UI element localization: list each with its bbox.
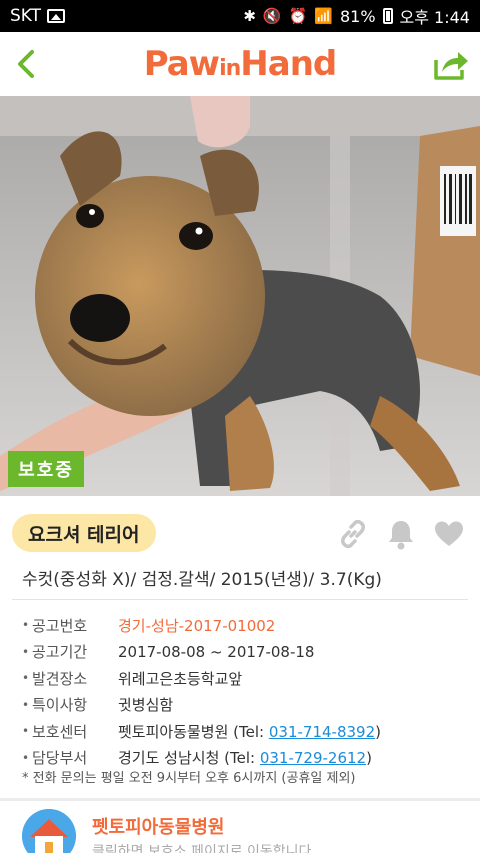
detail-label: 공고번호	[32, 616, 88, 635]
animal-photo	[0, 96, 480, 496]
chevron-left-icon	[18, 50, 34, 78]
back-button[interactable]	[10, 46, 44, 82]
status-badge: 보호중	[8, 451, 84, 487]
battery-percent: 81%	[339, 6, 376, 26]
call-hours-notice: * 전화 문의는 평일 오전 9시부터 오후 6시까지 (공휴일 제외)	[22, 771, 356, 786]
heart-icon[interactable]	[434, 520, 464, 548]
found-place-value: 위례고은초등학교앞	[118, 669, 243, 688]
detail-label: 담당부서	[32, 749, 88, 767]
shelter-house-icon	[22, 809, 76, 853]
detail-row-notice-period: • 공고기간 2017-08-08 ~ 2017-08-18	[22, 642, 315, 662]
detail-row-special-notes: • 특이사항 귓병심함	[22, 696, 174, 714]
divider	[12, 599, 468, 600]
detail-label: 발견장소	[32, 669, 88, 688]
detail-row-notice-number: • 공고번호 경기-성남-2017-01002	[22, 616, 276, 635]
department-phone-link[interactable]: 031-729-2612	[260, 749, 366, 767]
action-icons	[338, 518, 464, 550]
app-logo: PawinHand	[143, 44, 338, 84]
detail-row-shelter: • 보호센터 펫토피아동물병원 (Tel: 031-714-8392)	[22, 722, 381, 741]
special-notes-value: 귓병심함	[118, 696, 174, 714]
detail-list: • 공고번호 경기-성남-2017-01002 • 공고기간 2017-08-0…	[22, 612, 472, 771]
shelter-name: 펫토피아동물병원	[92, 817, 225, 838]
shelter-phone-link[interactable]: 031-714-8392	[269, 723, 375, 741]
bluetooth-icon: ✱	[243, 6, 256, 25]
clock: 오후 1:44	[399, 8, 470, 27]
carrier-group: SKT	[10, 6, 66, 26]
breed-row: 요크셔 테리어	[12, 514, 156, 552]
carrier-name: SKT	[10, 6, 42, 26]
alarm-icon: ⏰	[288, 6, 308, 25]
gallery-notification-icon	[47, 9, 66, 23]
notice-period-value: 2017-08-08 ~ 2017-08-18	[118, 642, 315, 661]
shelter-value: 펫토피아동물병원 (Tel: 031-714-8392)	[118, 722, 381, 741]
battery-icon	[382, 8, 393, 24]
status-bar: SKT ✱ 🔇 ⏰ 📶 81% 오후 1:44	[0, 0, 480, 32]
link-icon[interactable]	[338, 519, 368, 549]
mute-icon: 🔇	[262, 6, 282, 25]
detail-label: 특이사항	[32, 696, 88, 714]
share-button[interactable]	[432, 46, 470, 82]
notice-number-value: 경기-성남-2017-01002	[118, 616, 276, 635]
share-icon	[434, 52, 468, 80]
animal-summary: 수컷(중성화 X)/ 검정.갈색/ 2015(년생)/ 3.7(Kg)	[22, 570, 382, 590]
detail-row-found-place: • 발견장소 위례고은초등학교앞	[22, 669, 243, 688]
status-icons: ✱ 🔇 ⏰ 📶 81% 오후 1:44	[243, 4, 470, 28]
breed-label: 요크셔 테리어	[12, 514, 156, 552]
wifi-icon: 📶	[314, 6, 333, 25]
detail-label: 공고기간	[32, 643, 88, 661]
department-value: 경기도 성남시청 (Tel: 031-729-2612)	[118, 749, 372, 767]
dog-photo-illustration	[0, 96, 480, 496]
bell-icon[interactable]	[386, 518, 416, 550]
shelter-subtitle: 클릭하면 보호소 페이지로 이동합니다	[92, 844, 312, 853]
app-header: PawinHand	[0, 32, 480, 96]
shelter-card[interactable]: 펫토피아동물병원 클릭하면 보호소 페이지로 이동합니다	[0, 801, 480, 853]
detail-label: 보호센터	[32, 722, 88, 741]
